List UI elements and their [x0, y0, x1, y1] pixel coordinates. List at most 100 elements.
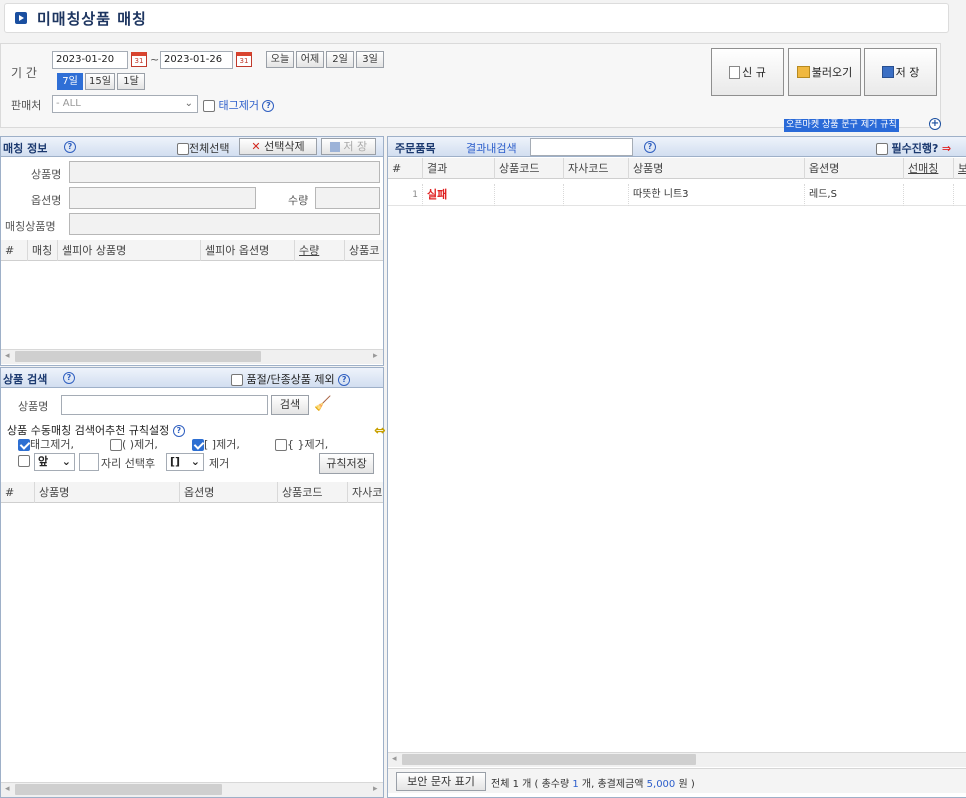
help-icon[interactable]: ?: [262, 100, 275, 112]
load-button-label: 불러오기: [811, 66, 853, 79]
arrow-right-icon: ⇒: [941, 142, 952, 155]
matching-product-field[interactable]: [69, 213, 380, 235]
select-all-option[interactable]: 전체선택: [177, 140, 229, 156]
product-search-header: 상품 검색 ? 품절/단종상품 제외 ?: [1, 368, 383, 388]
required-progress-checkbox[interactable]: [876, 143, 888, 155]
help-icon[interactable]: ?: [63, 372, 75, 384]
quick-today-button[interactable]: 오늘: [266, 51, 294, 68]
position-select[interactable]: 앞 ⌄: [34, 453, 75, 471]
openmarket-rule-link[interactable]: 오픈마켓 상품 문구 제거 규칙: [784, 119, 899, 132]
row-own-code: [564, 184, 629, 206]
exclude-checkbox[interactable]: [231, 374, 243, 386]
scroll-right-icon[interactable]: ▸: [373, 351, 378, 361]
col-sellpia-product: 셀피아 상품명: [58, 240, 201, 261]
rule-brace-checkbox[interactable]: [275, 439, 287, 451]
orders-hscroll[interactable]: ◂: [388, 752, 966, 767]
select-all-checkbox[interactable]: [177, 143, 189, 155]
product-hscroll[interactable]: ◂ ▸: [1, 782, 383, 797]
date-from-input[interactable]: 2023-01-20: [52, 51, 128, 69]
orders-footer: 보안 문자 표기 전체 1 개 ( 총수량 1 개, 총결제금액 5,000 원…: [388, 768, 966, 793]
date-to-input[interactable]: 2023-01-26: [160, 51, 233, 69]
matching-hscroll[interactable]: ◂ ▸: [1, 349, 383, 364]
scroll-thumb[interactable]: [15, 351, 261, 362]
matching-info-header: 매칭 정보 ? 전체선택 ✕ 선택삭제 저 장: [1, 137, 383, 157]
save-rule-button[interactable]: 규칙저장: [319, 453, 374, 474]
remove-tags-checkbox[interactable]: [203, 100, 215, 112]
bracket-value: []: [170, 455, 181, 468]
load-button[interactable]: 불러오기: [788, 48, 861, 96]
orders-title: 주문품목: [395, 142, 436, 155]
scroll-right-icon[interactable]: ▸: [373, 784, 378, 794]
col-sellpia-option: 셀피아 옵션명: [201, 240, 295, 261]
result-search-input[interactable]: [530, 138, 633, 156]
help-icon[interactable]: ?: [64, 141, 76, 153]
table-row[interactable]: 1 실패 따뜻한 니트3 레드,S: [388, 184, 966, 206]
rule-paren-option[interactable]: ( )제거,: [110, 436, 158, 452]
after-select-label: 자리 선택후: [101, 457, 156, 470]
play-icon: [15, 12, 27, 24]
scroll-left-icon[interactable]: ◂: [5, 351, 10, 361]
quick-1month-button[interactable]: 1달: [117, 73, 145, 90]
rule-tag-checkbox[interactable]: [18, 439, 30, 451]
col-product-code: 상품코드: [495, 158, 564, 179]
quick-7day-button[interactable]: 7일: [57, 73, 83, 90]
matching-save-button[interactable]: 저 장: [321, 138, 376, 155]
search-button[interactable]: 검색: [271, 395, 309, 415]
save-button[interactable]: 저 장: [864, 48, 937, 96]
help-icon[interactable]: ?: [338, 374, 351, 386]
rule-bracket-checkbox[interactable]: [192, 439, 204, 451]
exclude-option[interactable]: 품절/단종상품 제외 ?: [231, 371, 351, 387]
rule-tag-option[interactable]: 태그제거,: [18, 436, 74, 452]
scroll-left-icon[interactable]: ◂: [392, 754, 397, 764]
rule-bracket-option[interactable]: [ ]제거,: [192, 436, 240, 452]
scroll-thumb[interactable]: [402, 754, 696, 765]
col-qty[interactable]: 수량: [295, 240, 345, 261]
product-name-field[interactable]: [69, 161, 380, 183]
help-icon[interactable]: ?: [172, 425, 185, 437]
product-grid-header: # 상품명 옵션명 상품코드 자사코: [1, 482, 383, 503]
quick-15day-button[interactable]: 15일: [85, 73, 115, 90]
col-pre-match[interactable]: 선매칭: [904, 158, 954, 179]
secure-text-button[interactable]: 보안 문자 표기: [396, 772, 486, 791]
scroll-thumb[interactable]: [15, 784, 222, 795]
orders-summary: 전체 1 개 ( 총수량 1 개, 총결제금액 5,000 원 ): [491, 775, 695, 790]
chevron-down-icon: ⌄: [61, 455, 71, 468]
position-count-input[interactable]: [79, 453, 99, 471]
quick-3day-button[interactable]: 3일: [356, 51, 384, 68]
rule-brace-option[interactable]: { }제거,: [275, 436, 328, 452]
col-matching: 매칭: [28, 240, 58, 261]
row-no: 1: [388, 184, 423, 206]
new-button[interactable]: 신 규: [711, 48, 784, 96]
position-rule-checkbox[interactable]: [18, 455, 30, 467]
quick-2day-button[interactable]: 2일: [326, 51, 354, 68]
exclude-label: 품절/단종상품 제외: [246, 373, 335, 386]
matching-info-title: 매칭 정보: [3, 142, 48, 155]
quick-yesterday-button[interactable]: 어제: [296, 51, 324, 68]
floppy-icon: [881, 66, 894, 78]
bracket-select[interactable]: [] ⌄: [166, 453, 204, 471]
row-product-name: 따뜻한 니트3: [629, 184, 805, 206]
delete-selected-button[interactable]: ✕ 선택삭제: [239, 138, 317, 155]
col-product-name: 상품명: [35, 482, 180, 503]
option-name-field[interactable]: [69, 187, 256, 209]
remove-tags-option[interactable]: 태그제거 ?: [203, 97, 275, 113]
calendar-icon[interactable]: 31: [236, 52, 252, 67]
save-button-label: 저 장: [895, 66, 920, 79]
product-search-title: 상품 검색: [3, 373, 48, 386]
plus-circle-icon[interactable]: +: [929, 118, 941, 130]
chevron-down-icon: ⌄: [190, 455, 200, 468]
matching-info-panel: 매칭 정보 ? 전체선택 ✕ 선택삭제 저 장 상품명 옵션명 수량 매칭상품명…: [0, 136, 384, 366]
splitter-arrows-icon[interactable]: ⇔: [374, 423, 386, 439]
col-option-name: 옵션명: [180, 482, 278, 503]
qty-field[interactable]: [315, 187, 380, 209]
rule-paren-checkbox[interactable]: [110, 439, 122, 451]
calendar-icon[interactable]: 31: [131, 52, 147, 67]
broom-icon[interactable]: 🧹: [314, 396, 331, 412]
required-progress-option[interactable]: 필수진행? ⇒: [876, 140, 951, 156]
scroll-left-icon[interactable]: ◂: [5, 784, 10, 794]
floppy-icon: [329, 142, 340, 152]
seller-select[interactable]: - ALL ⌄: [52, 95, 198, 113]
help-icon[interactable]: ?: [644, 141, 656, 153]
search-product-input[interactable]: [61, 395, 268, 415]
col-extra[interactable]: 보: [954, 158, 966, 179]
